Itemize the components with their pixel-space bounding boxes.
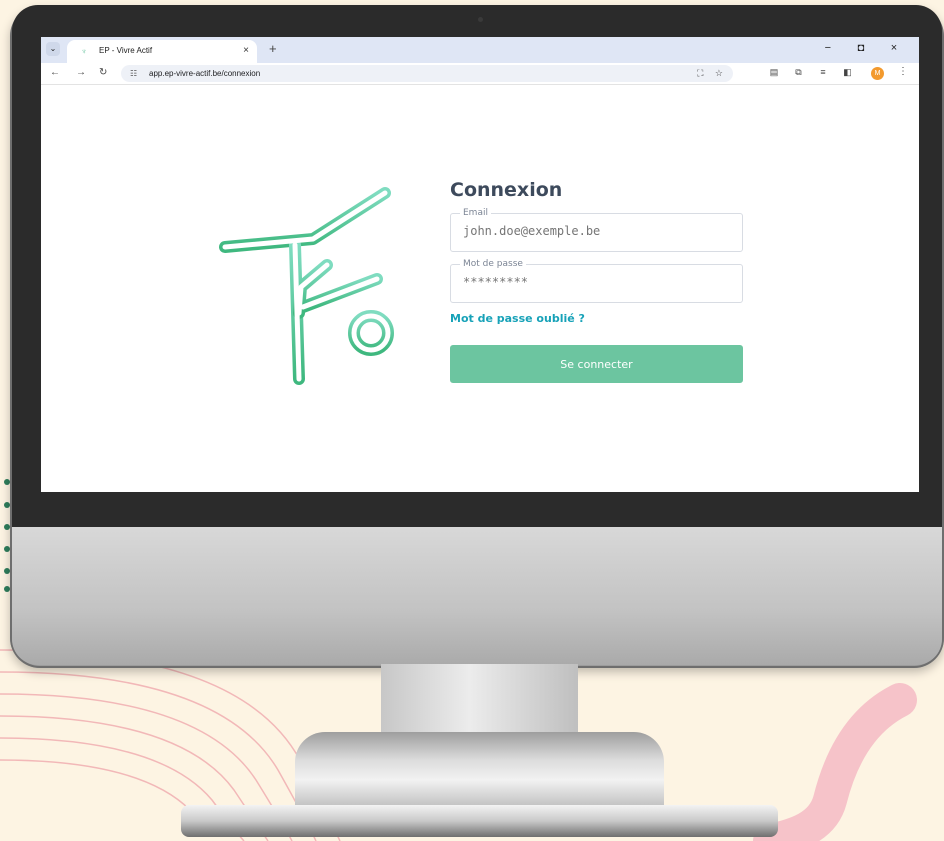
camera-icon xyxy=(478,17,483,22)
email-input[interactable] xyxy=(463,224,733,238)
email-label: Email xyxy=(460,208,491,218)
url-text: app.ep-vivre-actif.be/connexion xyxy=(149,69,261,78)
restore-button[interactable]: ◘ xyxy=(846,42,876,54)
monitor-base xyxy=(181,805,778,837)
login-page: Connexion Email Mot de passe Mot de pass… xyxy=(41,85,919,492)
monitor-stand xyxy=(295,732,664,812)
tab-menu-icon[interactable]: ⌄ xyxy=(46,42,60,56)
translate-icon[interactable]: ⛶ xyxy=(697,68,703,78)
reading-list-icon[interactable]: ▤ xyxy=(763,67,785,78)
address-bar: ← → ↻ ☷ app.ep-vivre-actif.be/connexion … xyxy=(41,63,919,85)
tab-close-icon[interactable]: × xyxy=(243,45,249,56)
extensions-icon[interactable]: ⧉ xyxy=(788,67,810,78)
reload-icon[interactable]: ↻ xyxy=(99,67,107,78)
minimize-button[interactable]: − xyxy=(813,42,843,54)
window-controls: − ◘ × xyxy=(813,42,909,54)
close-window-button[interactable]: × xyxy=(879,42,909,54)
forgot-password-link[interactable]: Mot de passe oublié ? xyxy=(450,312,743,325)
password-field: Mot de passe xyxy=(450,259,743,303)
login-form: Connexion Email Mot de passe Mot de pass… xyxy=(450,179,743,383)
password-label: Mot de passe xyxy=(460,259,526,269)
tab-bar: ⌄ ♆ EP - Vivre Actif × + − ◘ × xyxy=(41,37,919,63)
email-field: Email xyxy=(450,208,743,252)
browser-window: ⌄ ♆ EP - Vivre Actif × + − ◘ × ← → ↻ ☷ a… xyxy=(41,37,919,492)
forward-icon[interactable]: → xyxy=(76,67,86,78)
avatar[interactable]: M xyxy=(871,67,884,80)
new-tab-button[interactable]: + xyxy=(269,41,277,56)
star-icon[interactable]: ☆ xyxy=(715,68,723,78)
vivre-actif-logo xyxy=(219,187,394,385)
media-icon[interactable]: ≡ xyxy=(812,67,834,77)
back-icon[interactable]: ← xyxy=(50,67,60,78)
browser-tab[interactable]: ♆ EP - Vivre Actif × xyxy=(67,40,257,63)
page-title: Connexion xyxy=(450,179,563,201)
monitor-neck xyxy=(381,664,578,732)
url-field[interactable]: ☷ app.ep-vivre-actif.be/connexion ⛶ ☆ xyxy=(121,65,733,82)
login-button[interactable]: Se connecter xyxy=(450,345,743,383)
password-input[interactable] xyxy=(463,275,733,289)
more-icon[interactable]: ⋮ xyxy=(898,66,908,77)
tab-title: EP - Vivre Actif xyxy=(99,46,153,55)
site-info-icon[interactable]: ☷ xyxy=(130,65,137,82)
favicon-icon: ♆ xyxy=(81,47,87,56)
side-panel-icon[interactable]: ◧ xyxy=(837,67,859,78)
monitor-chin xyxy=(12,527,942,665)
